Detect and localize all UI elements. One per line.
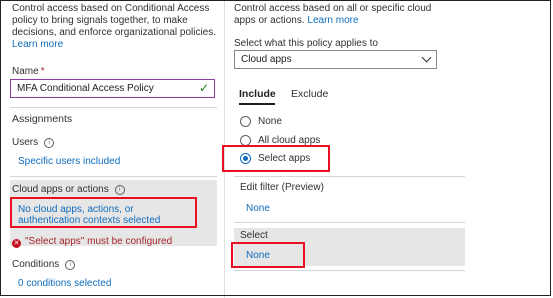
- error-text: "Select apps" must be configured: [25, 236, 173, 247]
- name-label: Name *: [12, 66, 45, 77]
- radio-none[interactable]: [240, 116, 251, 127]
- conditions-label-row: Conditions i: [12, 259, 76, 270]
- required-asterisk: *: [40, 66, 45, 77]
- cloud-apps-value-link[interactable]: No cloud apps, actions, or authenticatio…: [18, 204, 194, 226]
- users-label-row: Users i: [12, 137, 55, 148]
- edit-filter-label: Edit filter (Preview): [240, 182, 324, 193]
- name-label-text: Name: [12, 66, 39, 77]
- tab-exclude[interactable]: Exclude: [291, 88, 328, 100]
- conditions-value-link[interactable]: 0 conditions selected: [18, 278, 111, 289]
- select-label: Select: [240, 230, 268, 241]
- policy-panel: Control access based on Conditional Acce…: [0, 0, 220, 298]
- applies-to-label: Select what this policy applies to: [234, 38, 378, 49]
- cloud-apps-panel: Control access based on all or specific …: [222, 0, 553, 298]
- users-label: Users: [12, 137, 39, 148]
- applies-to-value: Cloud apps: [241, 54, 292, 65]
- policy-name-value: MFA Conditional Access Policy: [17, 83, 154, 94]
- applies-to-dropdown[interactable]: Cloud apps: [234, 50, 437, 69]
- divider: [10, 176, 217, 177]
- cloud-apps-label: Cloud apps or actions: [12, 184, 109, 195]
- info-icon[interactable]: i: [44, 138, 55, 148]
- error-icon: ✕: [12, 239, 21, 248]
- chevron-down-icon: [421, 52, 432, 63]
- radio-select-apps-label: Select apps: [258, 153, 311, 164]
- info-icon[interactable]: i: [65, 260, 76, 270]
- policy-intro-text: Control access based on Conditional Acce…: [12, 3, 217, 38]
- cloud-apps-label-row: Cloud apps or actions i: [12, 184, 125, 195]
- info-icon[interactable]: i: [114, 185, 125, 195]
- conditions-label: Conditions: [12, 259, 60, 270]
- select-value-link[interactable]: None: [246, 250, 270, 261]
- divider: [234, 270, 465, 271]
- cloud-apps-intro: Control access based on all or specific …: [234, 3, 439, 27]
- tab-include[interactable]: Include: [239, 88, 276, 100]
- learn-more-link[interactable]: Learn more: [307, 15, 358, 26]
- divider: [234, 222, 465, 223]
- radio-none-label: None: [258, 116, 282, 127]
- checkmark-icon: ✓: [198, 81, 209, 95]
- active-tab-indicator: [239, 103, 275, 105]
- policy-intro: Control access based on Conditional Acce…: [12, 3, 217, 51]
- learn-more-link[interactable]: Learn more: [12, 39, 217, 51]
- users-value-link[interactable]: Specific users included: [18, 156, 120, 167]
- radio-select-apps[interactable]: [240, 153, 251, 164]
- divider: [234, 176, 465, 177]
- assignments-heading: Assignments: [12, 113, 73, 125]
- divider: [10, 107, 217, 108]
- validation-error: ✕ "Select apps" must be configured: [12, 236, 172, 248]
- edit-filter-value-link[interactable]: None: [246, 203, 270, 214]
- policy-name-input[interactable]: MFA Conditional Access Policy ✓: [10, 79, 215, 98]
